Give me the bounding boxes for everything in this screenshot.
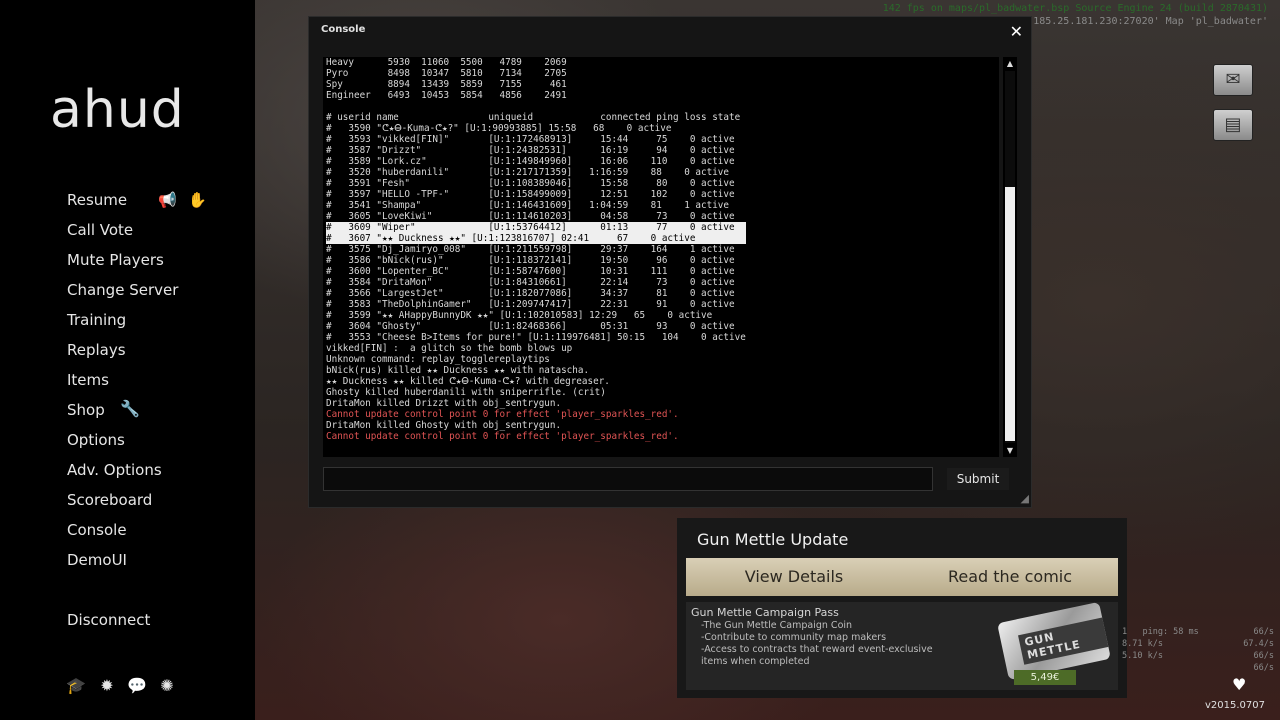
console-line: # 3583 "TheDolphinGamer" [U:1:209747417]… — [326, 299, 735, 310]
menu-item-call-vote[interactable]: Call Vote — [67, 221, 133, 239]
console-line: Ghosty killed huberdanili with sniperrif… — [326, 387, 606, 398]
console-line: # 3607 "★★ Duckness ★★" [U:1:123816707] … — [326, 233, 746, 244]
menu-item-items[interactable]: Items — [67, 371, 109, 389]
graduation-cap-icon[interactable]: 🎓 — [66, 676, 86, 695]
menu-item-adv-options[interactable]: Adv. Options — [67, 461, 162, 479]
menu-item-options[interactable]: Options — [67, 431, 125, 449]
campaign-ticket-image: GUN METTLE — [997, 601, 1111, 681]
menu-item-resume[interactable]: Resume — [67, 191, 127, 209]
achievements-icon[interactable]: ✹ — [97, 676, 117, 695]
console-line: # 3609 "Wiper" [U:1:53764412] 01:13 77 0… — [326, 222, 746, 233]
fps-info: 142 fps on maps/pl_badwater.bsp Source E… — [882, 3, 1268, 14]
console-line: DritaMon killed Ghosty with obj_sentrygu… — [326, 420, 562, 431]
main-menu-panel: ahud Resume Call Vote Mute Players Change S… — [0, 0, 255, 720]
console-line: # 3587 "Drizzt" [U:1:24382531] 16:19 94 … — [326, 145, 735, 156]
menu-item-console[interactable]: Console — [67, 521, 127, 539]
console-window: Console ✕ Heavy 5930 11060 5500 4789 206… — [308, 16, 1032, 508]
console-line: # 3593 "vikked[FIN]" [U:1:172468913] 15:… — [326, 134, 735, 145]
console-line: # 3520 "huberdanili" [U:1:217171359] 1:1… — [326, 167, 729, 178]
pass-feature: items when completed — [701, 656, 810, 667]
net-graph: 1 ping: 58 ms 8.71 k/s 5.10 k/s — [1122, 627, 1199, 661]
heart-icon[interactable]: ♥ — [1232, 675, 1246, 694]
console-line: # 3591 "Fesh" [U:1:108389046] 15:58 80 0… — [326, 178, 735, 189]
scroll-down-icon[interactable]: ▼ — [1003, 446, 1017, 455]
menu-item-training[interactable]: Training — [67, 311, 126, 329]
menu-item-scoreboard[interactable]: Scoreboard — [67, 491, 152, 509]
console-line: # 3575 "Dj_Jamiryo_008" [U:1:211559798] … — [326, 244, 735, 255]
resize-grip-icon[interactable]: ◢ — [1021, 492, 1029, 505]
console-line: # 3584 "DritaMon" [U:1:84310661] 22:14 7… — [326, 277, 735, 288]
console-log: Heavy 5930 11060 5500 4789 2069 Pyro 8498… — [326, 57, 746, 442]
console-title: Console — [321, 24, 366, 35]
menu-item-shop[interactable]: Shop — [67, 401, 105, 419]
scroll-thumb[interactable] — [1005, 187, 1015, 441]
pass-feature: -Contribute to community map makers — [701, 632, 887, 643]
chat-icon[interactable]: 💬 — [127, 676, 147, 695]
console-line: ★★ Duckness ★★ killed ᕦ★Ꮎ-Kuma-ᕦ★? with … — [326, 376, 610, 387]
console-line: vikked[FIN] : a glitch so the bomb blows… — [326, 343, 573, 354]
console-line: Heavy 5930 11060 5500 4789 2069 — [326, 57, 567, 68]
scroll-up-icon[interactable]: ▲ — [1003, 59, 1017, 68]
console-line: # 3566 "LargestJet" [U:1:182077086] 34:3… — [326, 288, 735, 299]
console-line: # 3589 "Lork.cz" [U:1:149849960] 16:06 1… — [326, 156, 735, 167]
console-line: # 3600 "Lopenter_BC" [U:1:58747600] 10:3… — [326, 266, 735, 277]
console-line: # 3605 "LoveKiwi" [U:1:114610203] 04:58 … — [326, 211, 735, 222]
console-line: # 3541 "Shampa" [U:1:146431609] 1:04:59 … — [326, 200, 729, 211]
console-line: DritaMon killed Drizzt with obj_sentrygu… — [326, 398, 562, 409]
console-line: Cannot update control point 0 for effect… — [326, 409, 679, 420]
console-line: Engineer 6493 10453 5854 4856 2491 — [326, 90, 567, 101]
backpack-icon[interactable]: ▤ — [1213, 109, 1253, 141]
console-line: Pyro 8498 10347 5810 7134 2705 — [326, 68, 567, 79]
menu-item-demoui[interactable]: DemoUI — [67, 551, 127, 569]
console-line: # 3586 "bNick(rus)" [U:1:118372141] 19:5… — [326, 255, 735, 266]
submit-button[interactable]: Submit — [947, 468, 1009, 490]
console-line: bNick(rus) killed ★★ Duckness ★★ with na… — [326, 365, 590, 376]
menu-item-change-server[interactable]: Change Server — [67, 281, 178, 299]
close-icon[interactable]: ✕ — [1010, 22, 1023, 41]
menu-item-disconnect[interactable]: Disconnect — [67, 611, 150, 629]
net-graph-rates: 66/s 67.4/s 66/s 66/s — [1243, 627, 1274, 673]
update-title: Gun Mettle Update — [697, 530, 849, 549]
console-line: Unknown command: replay_togglereplaytips — [326, 354, 550, 365]
console-line: # 3599 "★★ AHappyBunnyDK ★★" [U:1:102010… — [326, 310, 713, 321]
console-input[interactable] — [323, 467, 933, 491]
update-buttons: View Details Read the comic — [686, 558, 1118, 596]
view-details-button[interactable]: View Details — [686, 558, 902, 596]
wrench-icon[interactable]: 🔧 — [120, 399, 140, 418]
megaphone-icon[interactable]: 📢 — [158, 191, 177, 209]
scroll-track[interactable] — [1005, 71, 1015, 443]
menu-item-replays[interactable]: Replays — [67, 341, 126, 359]
console-line: # userid name uniqueid connected ping lo… — [326, 112, 741, 123]
pass-title: Gun Mettle Campaign Pass — [691, 606, 839, 619]
console-line: Spy 8894 13439 5859 7155 461 — [326, 79, 567, 90]
hud-logo: ahud — [50, 80, 185, 140]
campaign-pass-item[interactable]: Gun Mettle Campaign Pass -The Gun Mettle… — [686, 601, 1118, 690]
console-line: # 3604 "Ghosty" [U:1:82468366] 05:31 93 … — [326, 321, 735, 332]
version-label: v2015.0707 — [1205, 700, 1265, 711]
console-output[interactable]: Heavy 5930 11060 5500 4789 2069 Pyro 8498… — [323, 57, 999, 457]
console-line: Cannot update control point 0 for effect… — [326, 431, 679, 442]
read-comic-button[interactable]: Read the comic — [902, 558, 1118, 596]
console-line: # 3553 "Cheese B>Items for pure!" [U:1:1… — [326, 332, 746, 343]
mail-icon[interactable]: ✉ — [1213, 64, 1253, 96]
console-line: # 3590 "ᕦ★Ꮎ-Kuma-ᕦ★?" [U:1:90993885] 15:… — [326, 123, 672, 134]
console-scrollbar[interactable]: ▲ ▼ — [1003, 57, 1017, 457]
console-line: # 3597 "HELLO -TPF-" [U:1:158499009] 12:… — [326, 189, 735, 200]
pass-feature: -Access to contracts that reward event-e… — [701, 644, 933, 655]
price-badge[interactable]: 5,49€ — [1014, 670, 1076, 685]
update-panel: Gun Mettle Update View Details Read the … — [677, 518, 1127, 698]
mic-icon[interactable]: ✋ — [188, 191, 207, 209]
pass-feature: -The Gun Mettle Campaign Coin — [701, 620, 853, 631]
ticket-label: GUN METTLE — [1018, 617, 1109, 665]
menu-item-mute-players[interactable]: Mute Players — [67, 251, 164, 269]
bug-report-icon[interactable]: ✺ — [157, 676, 177, 695]
